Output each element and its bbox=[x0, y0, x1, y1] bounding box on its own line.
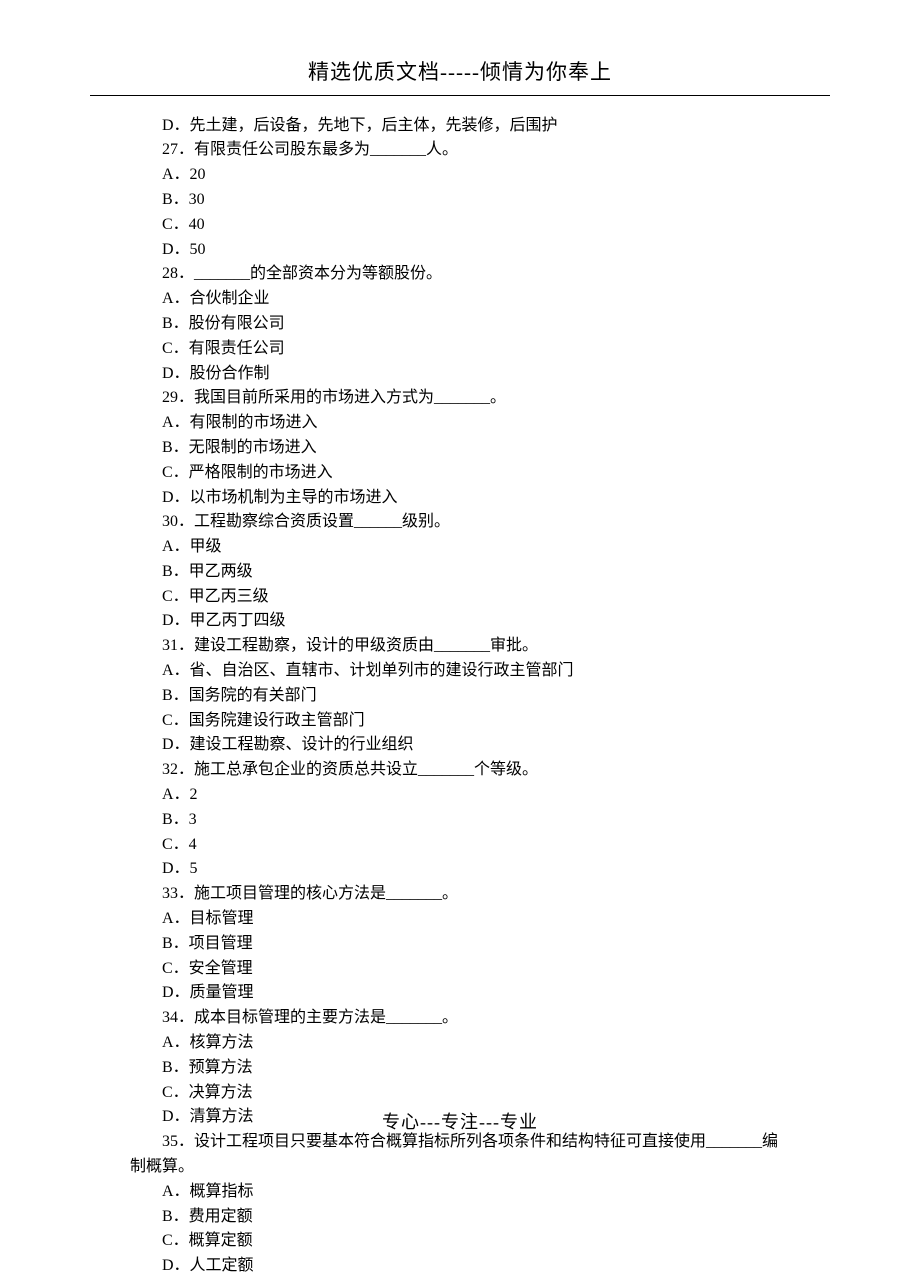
text-line: C．概算定额 bbox=[130, 1229, 800, 1254]
text-line: A．2 bbox=[130, 783, 800, 808]
header-underline bbox=[90, 95, 830, 96]
document-content: D．先土建，后设备，先地下，后主体，先装修，后围护27．有限责任公司股东最多为_… bbox=[120, 114, 800, 1279]
text-line: A．概算指标 bbox=[130, 1180, 800, 1205]
text-line: B．费用定额 bbox=[130, 1205, 800, 1230]
text-line: 32．施工总承包企业的资质总共设立_______个等级。 bbox=[130, 758, 800, 783]
text-line: 34．成本目标管理的主要方法是_______。 bbox=[130, 1006, 800, 1031]
text-line: D．股份合作制 bbox=[130, 362, 800, 387]
text-line: 31．建设工程勘察，设计的甲级资质由_______审批。 bbox=[130, 634, 800, 659]
text-line: B．国务院的有关部门 bbox=[130, 684, 800, 709]
text-line: 33．施工项目管理的核心方法是_______。 bbox=[130, 882, 800, 907]
text-line: C．4 bbox=[130, 833, 800, 858]
text-line: A．20 bbox=[130, 163, 800, 188]
text-line: A．目标管理 bbox=[130, 907, 800, 932]
text-line: B．预算方法 bbox=[130, 1056, 800, 1081]
text-line: A．省、自治区、直辖市、计划单列市的建设行政主管部门 bbox=[130, 659, 800, 684]
text-line: C．40 bbox=[130, 213, 800, 238]
page-header: 精选优质文档-----倾情为你奉上 bbox=[0, 0, 920, 95]
text-line: 29．我国目前所采用的市场进入方式为_______。 bbox=[130, 386, 800, 411]
text-line: C．严格限制的市场进入 bbox=[130, 461, 800, 486]
text-line: C．甲乙丙三级 bbox=[130, 585, 800, 610]
text-line: D．质量管理 bbox=[130, 981, 800, 1006]
page-footer: 专心---专注---专业 bbox=[0, 1109, 920, 1137]
text-line: D．先土建，后设备，先地下，后主体，先装修，后围护 bbox=[130, 114, 800, 139]
text-line: B．项目管理 bbox=[130, 932, 800, 957]
text-line: B．3 bbox=[130, 808, 800, 833]
text-line: C．国务院建设行政主管部门 bbox=[130, 709, 800, 734]
text-line: C．决算方法 bbox=[130, 1081, 800, 1106]
text-line: A．有限制的市场进入 bbox=[130, 411, 800, 436]
text-line: A．合伙制企业 bbox=[130, 287, 800, 312]
text-line: D．5 bbox=[130, 857, 800, 882]
text-line: 30．工程勘察综合资质设置______级别。 bbox=[130, 510, 800, 535]
text-line: D．以市场机制为主导的市场进入 bbox=[130, 486, 800, 511]
text-line: A．甲级 bbox=[130, 535, 800, 560]
text-line: 27．有限责任公司股东最多为_______人。 bbox=[130, 138, 800, 163]
text-line: C．有限责任公司 bbox=[130, 337, 800, 362]
text-line: A．核算方法 bbox=[130, 1031, 800, 1056]
text-line: B．甲乙两级 bbox=[130, 560, 800, 585]
text-line: D．甲乙丙丁四级 bbox=[130, 609, 800, 634]
text-line: B．30 bbox=[130, 188, 800, 213]
text-line: B．无限制的市场进入 bbox=[130, 436, 800, 461]
text-line: D．建设工程勘察、设计的行业组织 bbox=[130, 733, 800, 758]
text-line: C．安全管理 bbox=[130, 957, 800, 982]
text-line: 制概算。 bbox=[130, 1155, 800, 1180]
text-line: B．股份有限公司 bbox=[130, 312, 800, 337]
text-line: 28．_______的全部资本分为等额股份。 bbox=[130, 262, 800, 287]
text-line: D．人工定额 bbox=[130, 1254, 800, 1279]
text-line: D．50 bbox=[130, 238, 800, 263]
